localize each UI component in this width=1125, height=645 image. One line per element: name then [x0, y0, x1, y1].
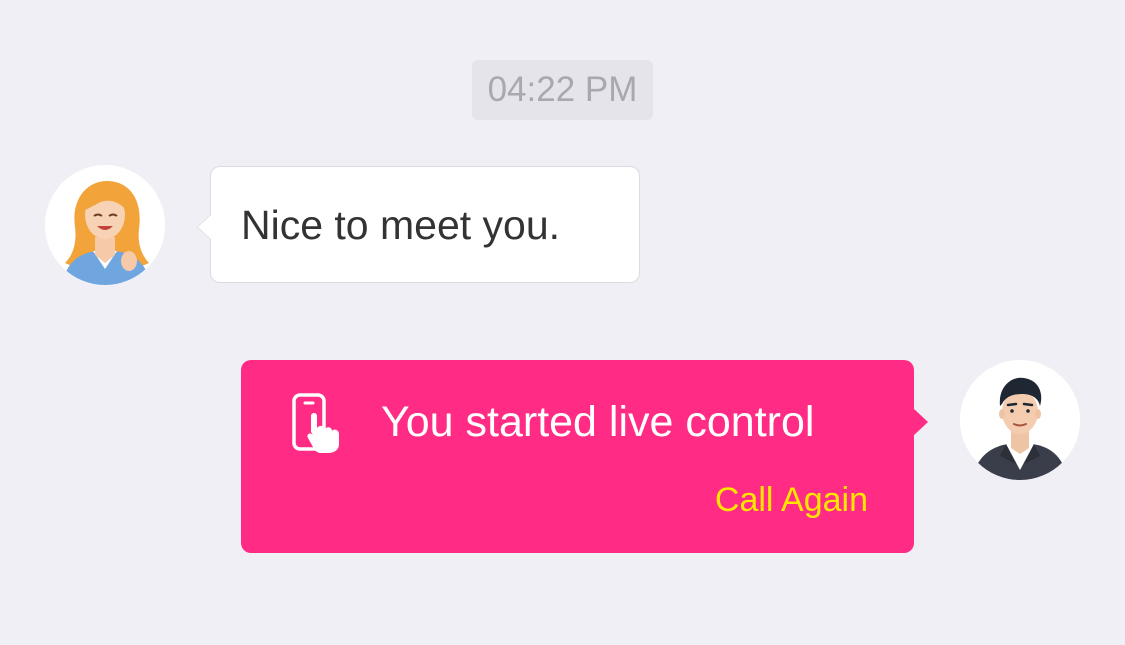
bubble-tail [913, 408, 928, 436]
incoming-message-bubble[interactable]: Nice to meet you. [197, 166, 640, 283]
call-again-link[interactable]: Call Again [715, 478, 868, 522]
bubble-tail [197, 214, 211, 240]
live-control-text: You started live control [381, 398, 815, 446]
phone-touch-icon [292, 393, 339, 453]
outgoing-live-control-bubble[interactable]: You started live control Call Again [241, 360, 928, 553]
man-avatar-icon [960, 360, 1080, 480]
avatar-man[interactable] [960, 360, 1080, 480]
chat-view: 04:22 PM Nice to meet you. You started l… [0, 0, 1125, 645]
timestamp-badge: 04:22 PM [472, 60, 653, 120]
woman-avatar-icon [45, 165, 165, 285]
avatar-woman[interactable] [45, 165, 165, 285]
message-text: Nice to meet you. [241, 202, 561, 248]
